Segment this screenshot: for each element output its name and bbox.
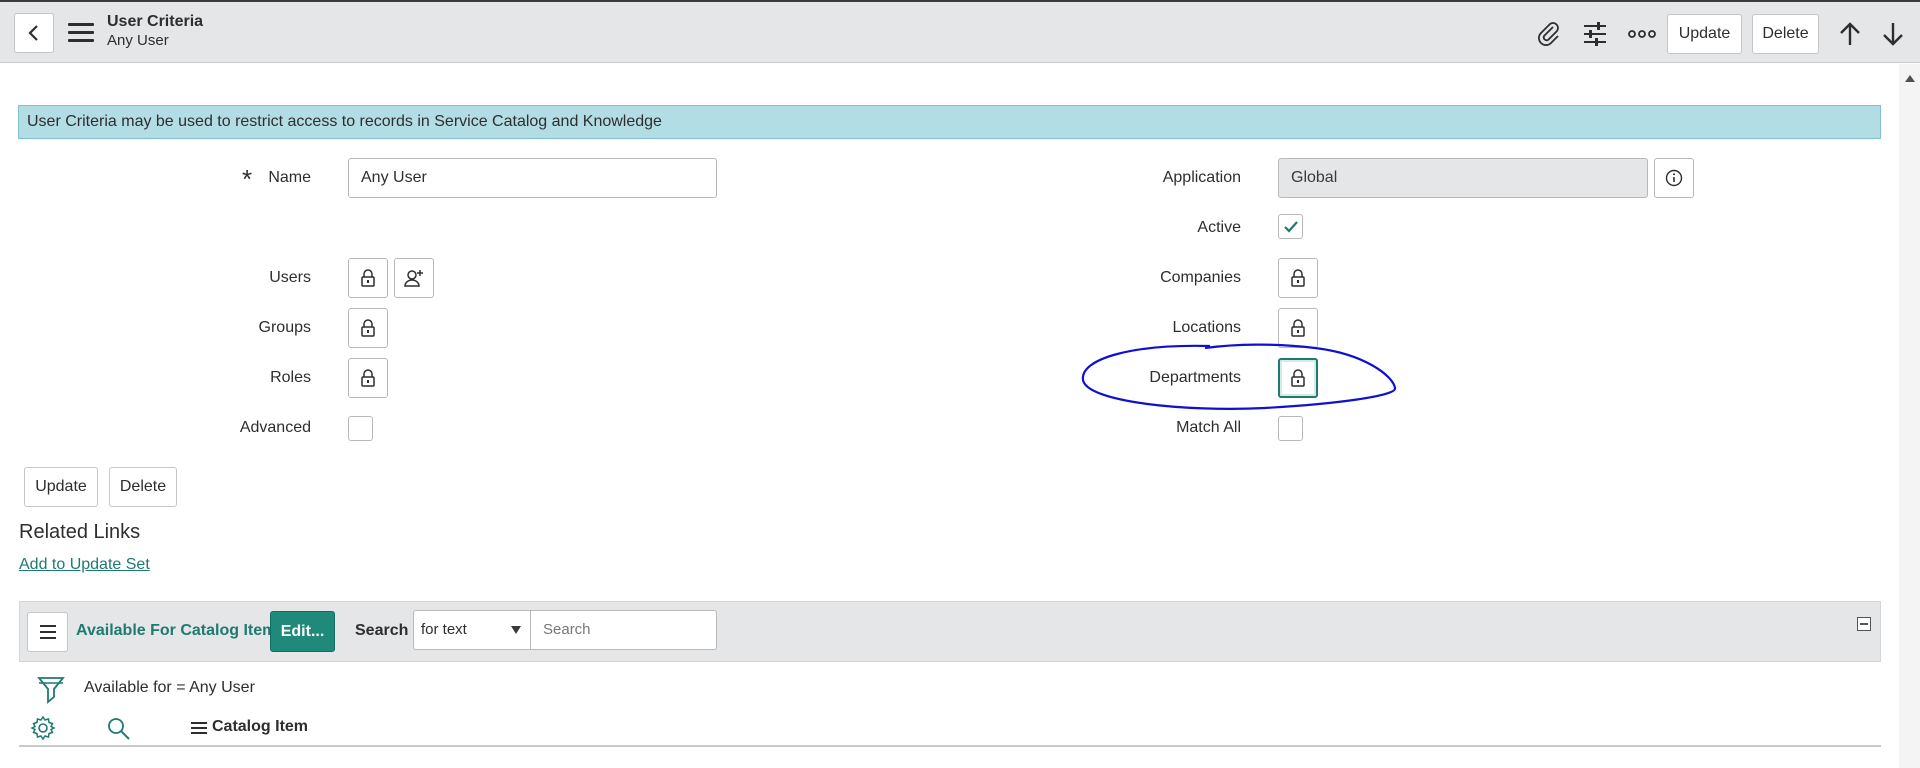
lock-icon (361, 319, 375, 337)
list-menu-button[interactable] (27, 612, 68, 652)
column-header-catalog-item[interactable]: Catalog Item (212, 718, 308, 736)
back-button[interactable] (14, 13, 54, 53)
search-input[interactable]: Search (530, 610, 717, 650)
active-label: Active (1197, 219, 1241, 236)
arrow-up-icon[interactable] (1836, 20, 1864, 48)
groups-label: Groups (258, 319, 311, 336)
application-info-button[interactable] (1654, 158, 1694, 198)
roles-label: Roles (270, 369, 311, 386)
locations-label: Locations (1172, 319, 1242, 336)
application-field: Global (1278, 158, 1648, 198)
menu-icon[interactable] (68, 23, 94, 43)
search-icon[interactable] (106, 716, 132, 742)
search-label: Search (355, 622, 409, 639)
back-icon (28, 25, 38, 41)
add-me-button[interactable] (394, 258, 434, 298)
header-delete-button[interactable]: Delete (1752, 14, 1819, 54)
annotation-circle (1081, 343, 1397, 410)
form-header: User Criteria Any User Update Delete (0, 0, 1920, 63)
related-links-heading: Related Links (19, 521, 141, 543)
lock-icon (361, 369, 375, 387)
scroll-up-icon[interactable] (1905, 75, 1915, 82)
edit-button[interactable]: Edit... (270, 611, 335, 652)
delete-button[interactable]: Delete (109, 467, 177, 507)
collapse-icon[interactable] (1857, 617, 1871, 631)
application-label: Application (1162, 169, 1241, 186)
scrollbar[interactable] (1899, 64, 1920, 768)
sliders-icon[interactable] (1581, 20, 1609, 48)
select-arrow-icon (511, 626, 521, 634)
arrow-down-icon[interactable] (1879, 20, 1907, 48)
filter-icon[interactable] (37, 675, 65, 705)
active-checkbox[interactable] (1278, 214, 1303, 239)
page-title: User Criteria (107, 13, 204, 30)
roles-lock-button[interactable] (348, 358, 388, 398)
advanced-label: Advanced (239, 419, 311, 436)
users-lock-button[interactable] (348, 258, 388, 298)
match-all-label: Match All (1176, 419, 1241, 436)
info-banner: User Criteria may be used to restrict ac… (18, 105, 1881, 139)
page-subtitle: Any User (107, 32, 169, 49)
groups-lock-button[interactable] (348, 308, 388, 348)
users-label: Users (269, 269, 311, 286)
name-label: Name (268, 169, 311, 186)
info-icon (1665, 169, 1683, 187)
advanced-checkbox[interactable] (348, 416, 373, 441)
column-menu-icon[interactable] (191, 721, 207, 735)
paperclip-icon[interactable] (1535, 20, 1563, 48)
update-button[interactable]: Update (24, 467, 98, 507)
lock-icon (361, 269, 375, 287)
header-update-button[interactable]: Update (1667, 14, 1742, 54)
lock-icon (1291, 269, 1305, 287)
checkmark-icon (1283, 220, 1298, 233)
companies-lock-button[interactable] (1278, 258, 1318, 298)
gear-icon[interactable] (30, 715, 56, 741)
more-icon[interactable] (1628, 20, 1656, 48)
related-list-title[interactable]: Available For Catalog Items (76, 622, 285, 640)
filter-breadcrumb: Available for = Any User (84, 679, 255, 696)
companies-label: Companies (1160, 269, 1241, 286)
name-field[interactable]: Any User (348, 158, 717, 198)
add-to-update-set-link[interactable]: Add to Update Set (19, 556, 150, 574)
lock-icon (1291, 319, 1305, 337)
divider (19, 745, 1881, 747)
add-user-icon (404, 270, 423, 287)
